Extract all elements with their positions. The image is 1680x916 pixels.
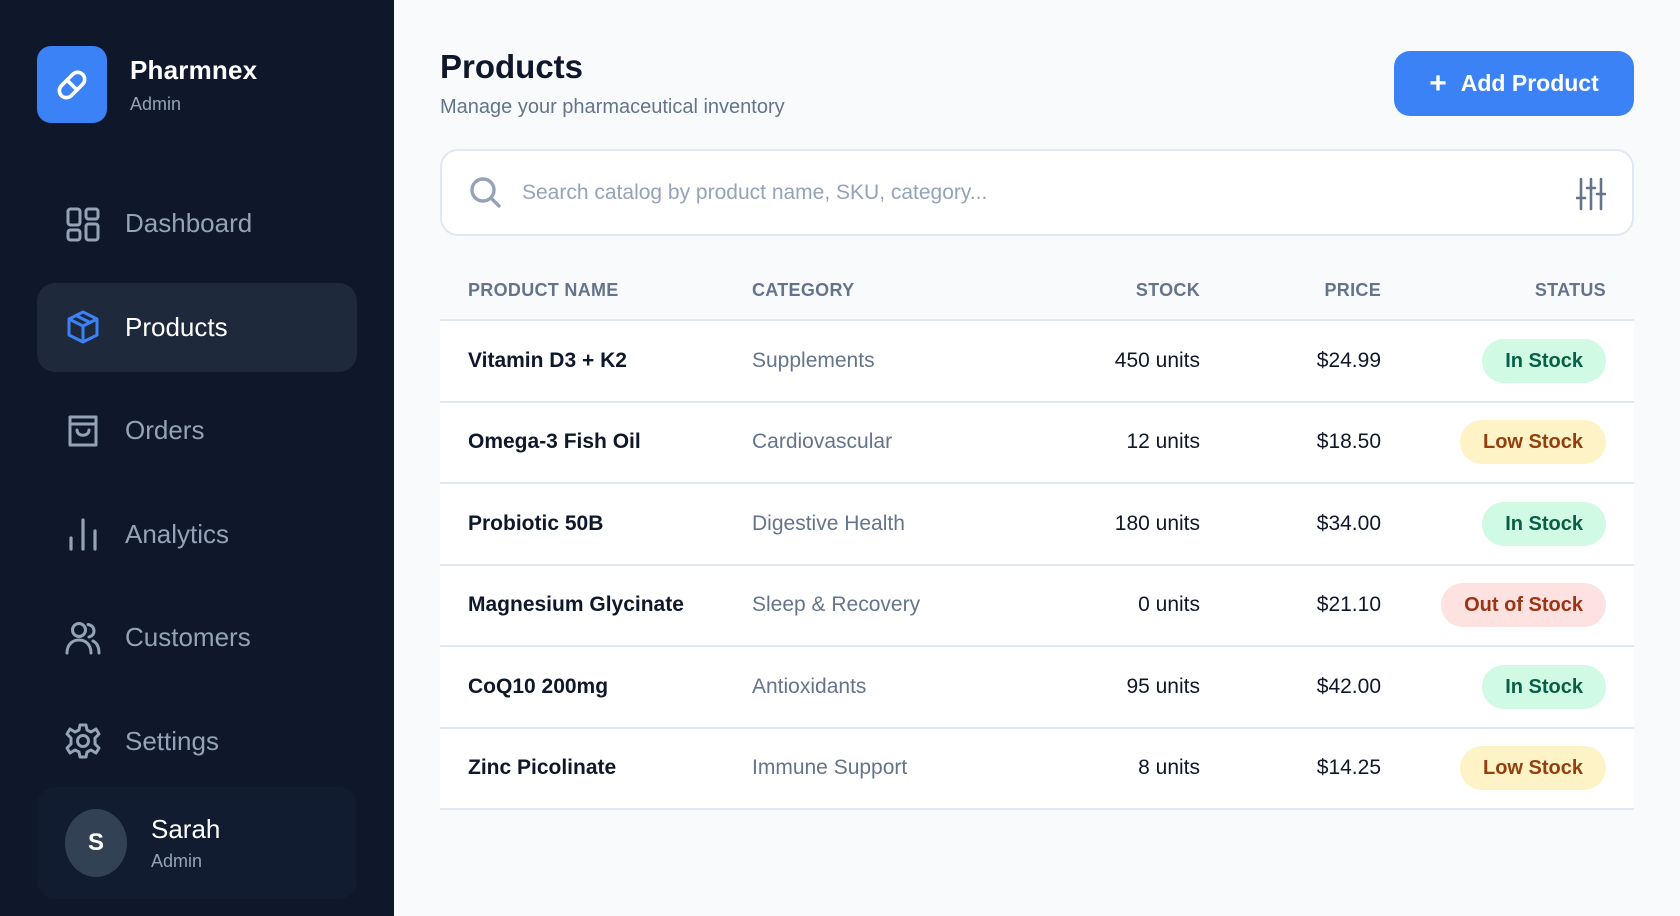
column-header-stock[interactable]: STOCK [1012,280,1200,301]
user-name: Sarah [151,814,221,844]
products-table: PRODUCT NAME CATEGORY STOCK PRICE STATUS… [440,262,1634,810]
sidebar-item-orders[interactable]: Orders [37,386,357,475]
status-badge: In Stock [1482,501,1606,546]
status-badge: In Stock [1482,338,1606,383]
sidebar-item-label: Products [125,311,228,342]
pill-logo-icon [37,46,107,123]
brand-role: Admin [130,93,182,114]
table-row[interactable]: Vitamin D3 + K2 Supplements 450 units $2… [440,321,1634,403]
product-stock: 450 units [1114,348,1200,372]
product-category: Sleep & Recovery [752,593,921,617]
sidebar-item-customers[interactable]: Customers [37,593,357,682]
table-row[interactable]: CoQ10 200mg Antioxidants 95 units $42.00… [440,647,1634,729]
product-name: Magnesium Glycinate [468,593,684,617]
status-badge: Low Stock [1459,420,1606,465]
add-product-label: Add Product [1460,70,1599,96]
product-category: Digestive Health [752,511,905,535]
product-stock: 12 units [1126,430,1200,454]
product-stock: 180 units [1114,511,1200,535]
gear-icon [65,723,101,759]
sidebar-item-dashboard[interactable]: Dashboard [37,179,357,268]
sidebar-item-label: Analytics [125,518,230,549]
shopping-bag-icon [65,413,101,449]
column-header-product-name[interactable]: PRODUCT NAME [440,280,752,301]
status-badge: Low Stock [1459,746,1606,791]
sidebar-item-products[interactable]: Products [37,282,357,372]
user-role: Admin [151,851,203,871]
product-price: $24.99 [1316,348,1381,372]
product-name: Probiotic 50B [468,511,604,535]
product-name: Omega-3 Fish Oil [468,430,641,454]
page-subtitle: Manage your pharmaceutical inventory [440,96,785,118]
users-icon [65,620,101,656]
product-name: Zinc Picolinate [468,756,617,780]
search-input[interactable] [522,171,1522,215]
page-title: Products [440,48,584,85]
product-category: Cardiovascular [752,430,893,454]
product-price: $14.25 [1316,756,1381,780]
table-header: PRODUCT NAME CATEGORY STOCK PRICE STATUS [440,262,1634,321]
add-product-button[interactable]: + Add Product [1394,51,1634,116]
dashboard-icon [65,206,101,242]
column-header-status[interactable]: STATUS [1381,280,1634,301]
search-icon [468,175,502,214]
table-row[interactable]: Omega-3 Fish Oil Cardiovascular 12 units… [440,402,1634,484]
product-price: $21.10 [1316,593,1381,617]
plus-icon: + [1429,66,1447,100]
sidebar-item-settings[interactable]: Settings [37,697,357,786]
table-row[interactable]: Magnesium Glycinate Sleep & Recovery 0 u… [440,565,1634,647]
sidebar-item-label: Customers [125,622,251,652]
table-row[interactable]: Zinc Picolinate Immune Support 8 units $… [440,728,1634,810]
sidebar-item-label: Settings [125,725,219,756]
box-icon [65,309,101,345]
search-bar [440,149,1634,236]
column-header-category[interactable]: CATEGORY [752,280,1012,301]
status-badge: In Stock [1482,664,1606,709]
brand: Pharmnex Admin [37,46,257,123]
product-stock: 8 units [1138,756,1200,780]
sidebar-nav: Dashboard Products Orders Analytics Cust… [37,179,357,800]
user-profile[interactable]: S Sarah Admin [37,787,357,899]
product-category: Antioxidants [752,674,867,698]
column-header-price[interactable]: PRICE [1200,280,1381,301]
product-price: $42.00 [1316,674,1381,698]
bar-chart-icon [65,516,101,552]
brand-name: Pharmnex [130,54,258,85]
product-stock: 95 units [1126,674,1200,698]
product-name: CoQ10 200mg [468,674,609,698]
avatar: S [65,809,127,877]
product-name: Vitamin D3 + K2 [468,348,627,372]
table-row[interactable]: Probiotic 50B Digestive Health 180 units… [440,484,1634,566]
product-category: Supplements [752,348,875,372]
filter-sliders-icon[interactable] [1575,177,1607,216]
status-badge: Out of Stock [1441,583,1606,628]
product-category: Immune Support [752,756,908,780]
product-price: $34.00 [1316,511,1381,535]
product-price: $18.50 [1316,430,1381,454]
sidebar-item-label: Orders [125,415,205,445]
sidebar-item-label: Dashboard [125,208,253,238]
sidebar-item-analytics[interactable]: Analytics [37,490,357,579]
sidebar: Pharmnex Admin Dashboard Products Orders… [0,0,394,916]
product-stock: 0 units [1138,593,1200,617]
